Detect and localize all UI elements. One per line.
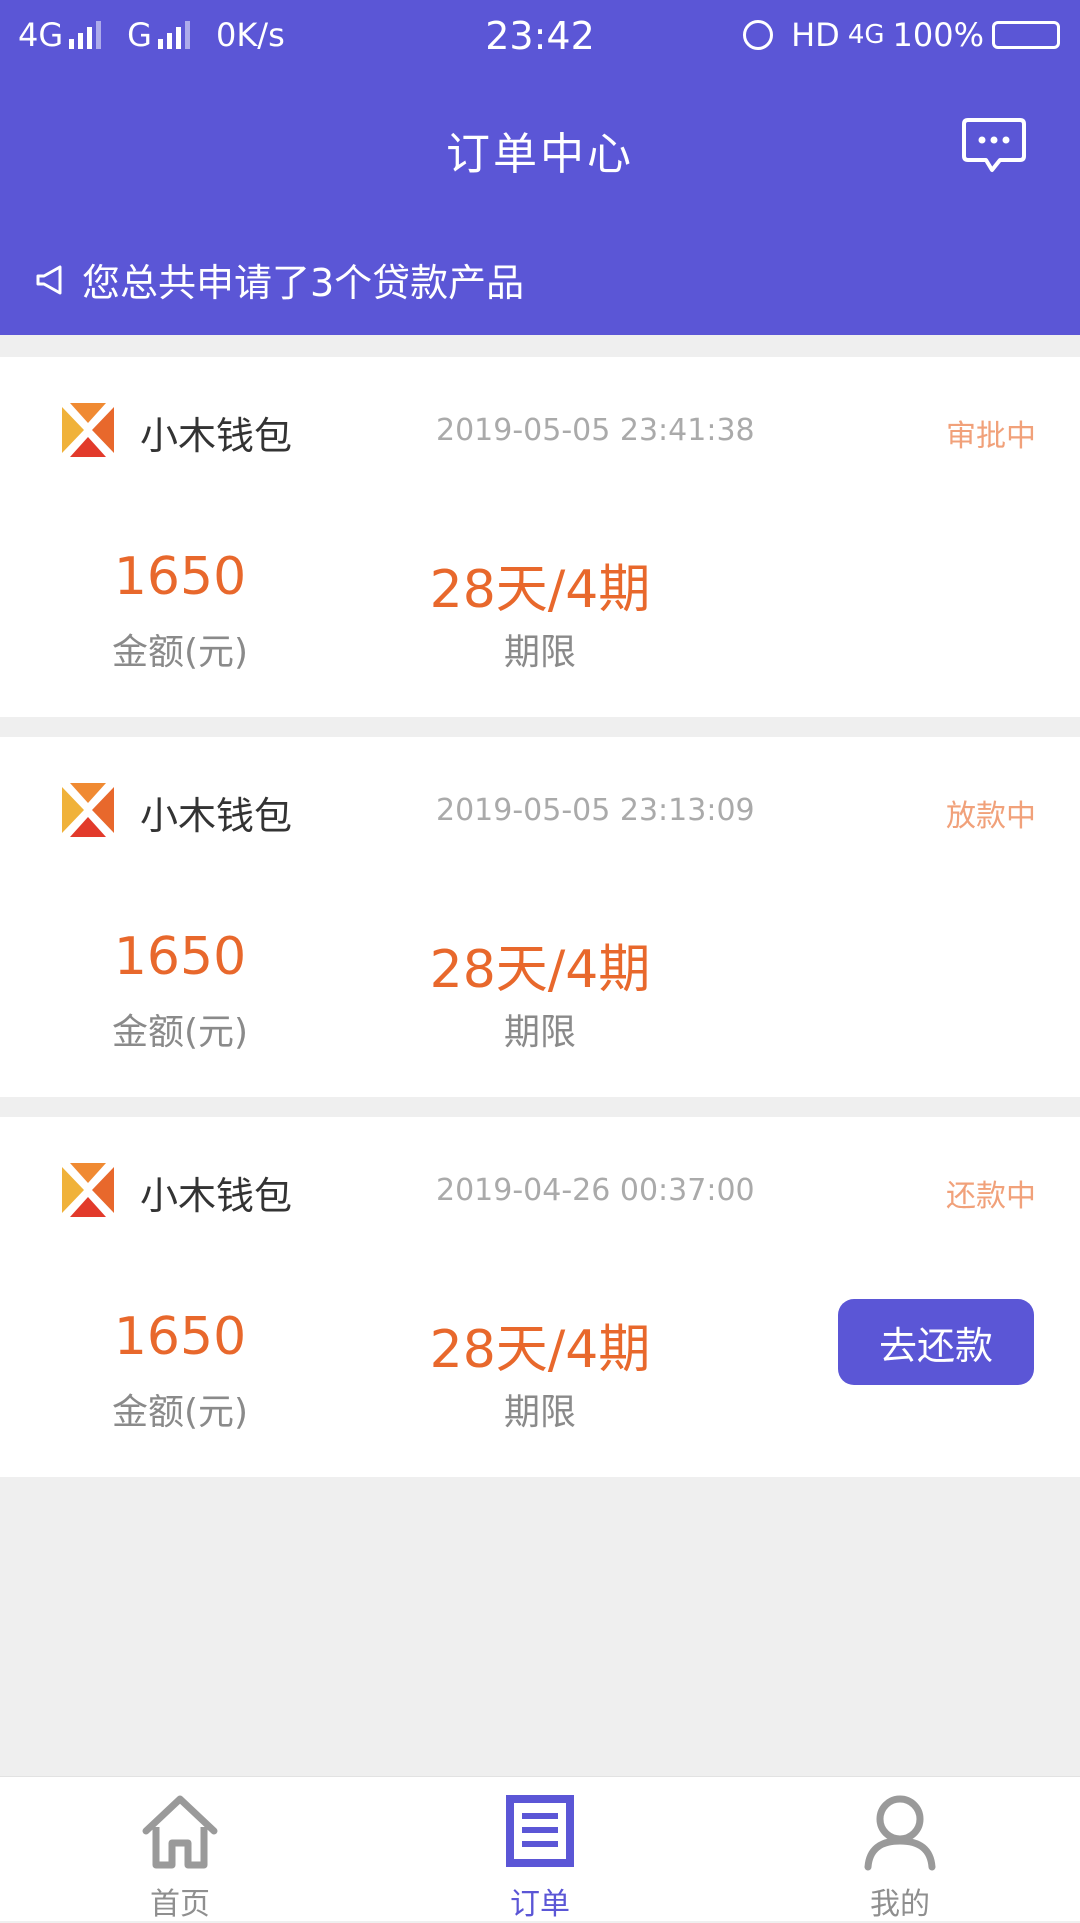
order-time: 2019-05-05 23:13:09 <box>436 793 755 828</box>
chat-bubble-icon <box>962 118 1026 172</box>
amount-value: 1650 <box>113 547 247 607</box>
message-button[interactable] <box>962 116 1026 174</box>
repay-button[interactable]: 去还款 <box>838 1299 1034 1385</box>
app-header: 4G G 0K/s 23:42 HD 4G 100% 订单中心 您总共申请了3个… <box>0 0 1080 335</box>
term-label: 期限 <box>503 1392 576 1433</box>
amount-label: 金额(元) <box>111 1392 249 1433</box>
notice-bar: 您总共申请了3个贷款产品 <box>34 252 524 307</box>
wallet-logo-icon <box>62 783 114 837</box>
page-title: 订单中心 <box>446 129 634 180</box>
tab-home-label: 首页 <box>150 1887 210 1922</box>
orders-icon <box>506 1795 574 1867</box>
order-status: 还款中 <box>946 1179 1036 1214</box>
product-name: 小木钱包 <box>140 794 293 838</box>
battery-icon <box>992 21 1060 49</box>
notice-text: 您总共申请了3个贷款产品 <box>82 261 525 305</box>
order-card[interactable]: 小木钱包 2019-05-05 23:13:09 放款中 1650 金额(元) … <box>0 737 1080 1097</box>
battery-percent: 100% <box>892 16 984 54</box>
tab-mine-label: 我的 <box>870 1887 930 1922</box>
product-name: 小木钱包 <box>140 1174 293 1218</box>
user-icon <box>864 1795 936 1871</box>
order-time: 2019-05-05 23:41:38 <box>436 413 755 448</box>
amount-value: 1650 <box>113 927 247 987</box>
bottom-tab-bar: 首页 订单 我的 <box>0 1776 1080 1922</box>
amount-value: 1650 <box>113 1307 247 1367</box>
wallet-logo-icon <box>62 1163 114 1217</box>
term-label: 期限 <box>503 1012 576 1053</box>
hd-indicator: HD <box>791 16 840 54</box>
tab-home[interactable]: 首页 <box>90 1777 270 1922</box>
amount-label: 金额(元) <box>111 1012 249 1053</box>
megaphone-icon <box>36 265 62 294</box>
home-icon <box>142 1795 218 1869</box>
order-time: 2019-04-26 00:37:00 <box>436 1173 755 1208</box>
order-card[interactable]: 小木钱包 2019-05-05 23:41:38 审批中 1650 金额(元) … <box>0 357 1080 717</box>
status-right: HD 4G 100% <box>735 16 1060 54</box>
term-value: 28天/4期 <box>429 940 651 1000</box>
term-value: 28天/4期 <box>429 1320 651 1380</box>
tab-mine[interactable]: 我的 <box>810 1777 990 1922</box>
term-value: 28天/4期 <box>429 560 651 620</box>
tab-orders[interactable]: 订单 <box>450 1777 630 1922</box>
order-status: 放款中 <box>946 799 1036 834</box>
wallet-logo-icon <box>62 403 114 457</box>
product-name: 小木钱包 <box>140 414 293 458</box>
network-type-3: 4G <box>847 20 885 50</box>
order-card[interactable]: 小木钱包 2019-04-26 00:37:00 还款中 1650 金额(元) … <box>0 1117 1080 1477</box>
amount-label: 金额(元) <box>111 632 249 673</box>
term-label: 期限 <box>503 632 576 673</box>
tab-orders-label: 订单 <box>510 1887 570 1922</box>
status-bar: 4G G 0K/s 23:42 HD 4G 100% <box>0 0 1080 75</box>
alarm-icon <box>743 20 774 50</box>
order-status: 审批中 <box>946 419 1036 454</box>
